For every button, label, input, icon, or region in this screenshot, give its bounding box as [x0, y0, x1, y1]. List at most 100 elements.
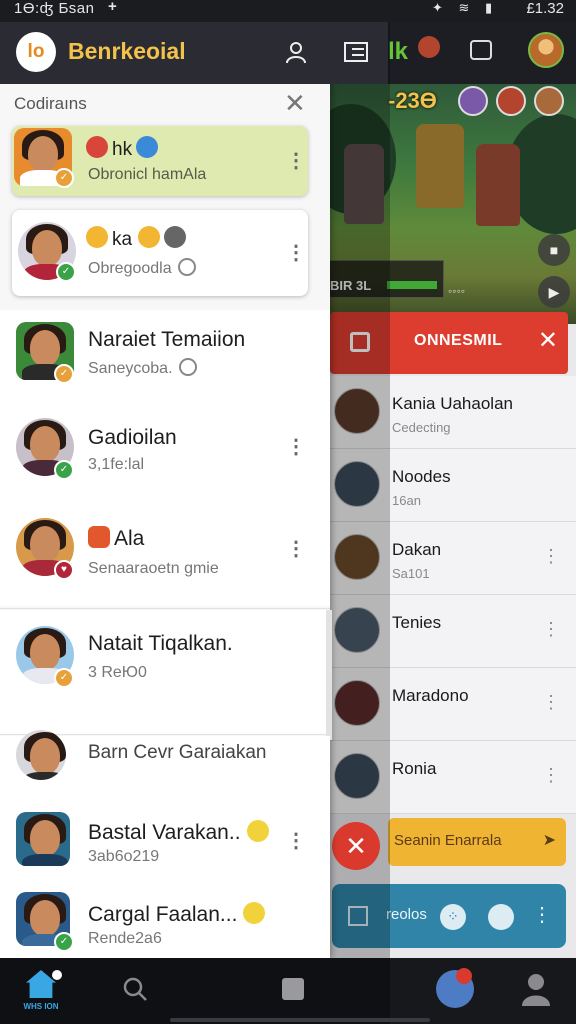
smile-emoji-icon [243, 902, 266, 924]
list-item-name: Tenies [392, 613, 442, 632]
chat-item[interactable]: ✓ Cargal Faalan... Rende2a6 [0, 882, 330, 958]
player-avatar [496, 86, 526, 116]
status-icon: ♥ [54, 560, 74, 580]
dim-overlay [326, 22, 390, 958]
chat-preview: Senaaraoetn gmie [88, 560, 219, 577]
more-icon[interactable]: ⋮ [542, 546, 560, 567]
background-logo: lk [388, 38, 409, 65]
health-bar [387, 281, 437, 289]
chat-preview: 3,1fe:lal [88, 456, 145, 473]
status-bar: 1Ɵ:ʤ Ƃsan + ✦ ≋ ▮ £1.32 [0, 0, 576, 22]
hud-indicator: ◦◦◦◦ [448, 284, 466, 298]
list-item-sub: Cedecting [392, 420, 451, 435]
signal-icons: ✦ ≋ ▮ [432, 0, 499, 15]
avatar [16, 730, 66, 780]
game-score: -23Ɵ [388, 88, 437, 113]
chat-item[interactable]: ✓ Naraiet Temaiion Saneycoba. [0, 310, 330, 404]
game-character [416, 124, 464, 208]
profile-icon[interactable] [520, 972, 552, 1006]
chat-name: Naraiet Temaiion [88, 328, 246, 351]
play-button[interactable]: ▶ [538, 276, 570, 308]
status-icon: ✓ [54, 668, 74, 688]
app-title: Bеnrkeoial [68, 38, 186, 64]
list-item-sub: Sa101 [392, 566, 430, 581]
chat-bubble-icon[interactable] [488, 904, 514, 930]
chat-name: ka [86, 226, 190, 251]
character-tab[interactable] [436, 968, 474, 1008]
chat-preview: Obregoodla [88, 258, 196, 278]
arrow-icon: ➤ [542, 832, 556, 849]
chat-item[interactable]: Bastal Varakan.. 3ab6o219 ⋮ [0, 806, 330, 882]
plus-icon: + [108, 0, 117, 15]
app-logo[interactable]: lo [16, 32, 56, 72]
chat-name: Gadioilan [88, 426, 177, 449]
game-character [476, 144, 520, 226]
chat-preview: Rende2a6 [88, 930, 162, 947]
dots-icon[interactable]: ⁘ [440, 904, 466, 930]
chat-preview: 3 ReЮ0 [88, 664, 147, 681]
more-icon[interactable]: ⋮ [542, 765, 560, 786]
more-icon[interactable]: ⋮ [286, 240, 306, 265]
chat-item[interactable]: ✓ hk Obronicl hamAla ⋮ [12, 126, 308, 196]
more-icon[interactable]: ⋮ [532, 902, 552, 927]
game-menu-button[interactable]: ■ [538, 234, 570, 266]
chat-item[interactable]: ✓ Gadioilan 3,1fe:lal ⋮ [0, 404, 330, 504]
chat-name: hk [86, 136, 162, 161]
profile-avatar[interactable] [528, 32, 564, 68]
window-icon[interactable] [470, 40, 492, 60]
close-circle-button[interactable]: ✕ [332, 822, 380, 870]
orange-action-bar[interactable]: Seanin Enarrala ➤ [388, 818, 566, 866]
apps-icon[interactable] [282, 978, 304, 1000]
more-icon[interactable]: ⋮ [286, 828, 306, 853]
background-mini-avatar [418, 36, 440, 58]
status-icon: ✓ [54, 932, 74, 952]
more-icon[interactable]: ⋮ [542, 619, 560, 640]
status-icon: ✓ [54, 364, 74, 384]
close-icon[interactable]: ✕ [284, 88, 306, 119]
more-icon[interactable]: ⋮ [286, 434, 306, 459]
chat-item[interactable]: ✓ Natait Tiqalkan. 3 ReЮ0 [0, 610, 330, 734]
orange-bar-label: Seanin Enarrala [394, 832, 502, 849]
more-icon[interactable]: ⋮ [286, 148, 306, 173]
status-icon: ✓ [54, 168, 74, 188]
emoji-icon [164, 226, 187, 248]
list-item-name: Maradono [392, 686, 469, 705]
chat-item[interactable]: ♥ Ala Senaaraoetn gmie ⋮ [0, 504, 330, 606]
status-icon: ✓ [54, 460, 74, 480]
avatar [16, 812, 70, 866]
section-title: Codiraıns [14, 94, 87, 113]
chat-name: Ala [88, 526, 144, 551]
search-icon[interactable] [122, 976, 148, 1002]
chat-name: Barn Cevr Garaiakan [88, 742, 267, 763]
status-left-text: 1Ɵ:ʤ Ƃsan [14, 0, 95, 17]
clock-icon [177, 258, 196, 276]
emoji-icon [138, 226, 161, 248]
notification-dot [52, 970, 62, 980]
chat-preview: Obronicl hamAla [88, 166, 207, 183]
chat-item[interactable]: Barn Cevr Garaiakan [0, 730, 330, 806]
person-icon[interactable] [284, 40, 308, 64]
list-item-name: Dakan [392, 540, 442, 559]
list-item-name: Noodes [392, 467, 451, 486]
chat-drawer: lo Bеnrkeoial Codiraıns ✕ ✓ hk Obronicl … [0, 22, 388, 958]
home-tab[interactable]: WHS ION [14, 966, 68, 1016]
emoji-icon [86, 136, 108, 158]
teal-bar-label: reolos [386, 906, 427, 923]
chat-preview: 3ab6o219 [88, 848, 160, 865]
notification-badge [456, 968, 472, 984]
chat-item[interactable]: ✓ ka Obregoodla ⋮ [12, 210, 308, 296]
chat-name: Bastal Varakan.. [88, 820, 273, 845]
more-icon[interactable]: ⋮ [286, 536, 306, 561]
smile-emoji-icon [246, 820, 269, 842]
list-item-name: Kania Uahaolan [392, 394, 513, 413]
list-icon[interactable] [344, 42, 368, 62]
emoji-icon [86, 226, 108, 248]
close-icon[interactable]: ✕ [538, 326, 558, 355]
emoji-icon [136, 136, 159, 158]
home-indicator[interactable] [170, 1018, 430, 1022]
scrollbar[interactable] [326, 610, 332, 740]
list-item-sub: 16an [392, 493, 421, 508]
chat-preview: Saneycoba. [88, 358, 197, 378]
more-icon[interactable]: ⋮ [542, 692, 560, 713]
list-item-name: Ronia [392, 759, 437, 778]
